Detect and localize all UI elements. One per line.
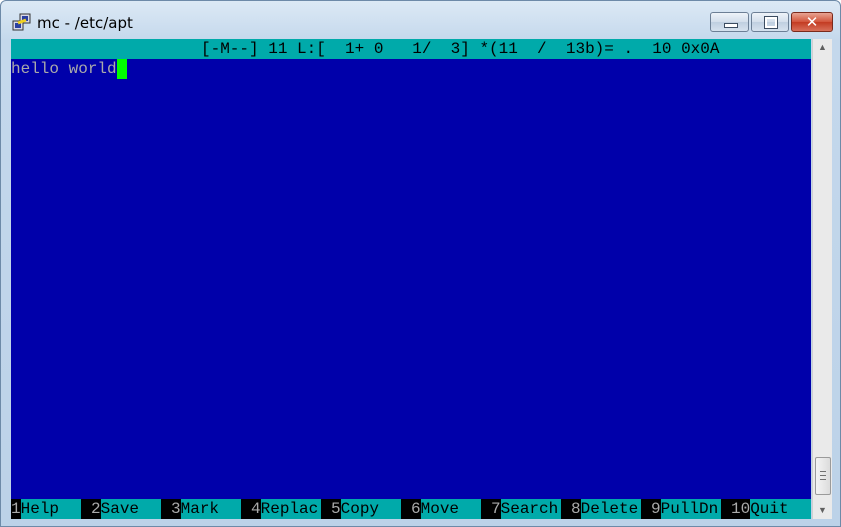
fkey-move[interactable]: 6Move <box>411 499 481 519</box>
vertical-scrollbar[interactable]: ▲ ▼ <box>812 39 832 519</box>
grip-line <box>820 471 826 472</box>
scroll-up-arrow-icon[interactable]: ▲ <box>813 39 832 56</box>
fkey-search[interactable]: 7Search <box>491 499 561 519</box>
fkey-pulldown[interactable]: 9PullDn <box>651 499 721 519</box>
grip-line <box>820 479 826 480</box>
maximize-button[interactable] <box>751 12 789 32</box>
grip-line <box>820 475 826 476</box>
scrollbar-thumb[interactable] <box>815 457 831 495</box>
line-text: hello world <box>11 60 117 78</box>
maximize-icon <box>764 16 778 29</box>
close-icon: ✕ <box>805 13 819 31</box>
fkey-quit[interactable]: 10Quit <box>731 499 811 519</box>
close-button[interactable]: ✕ <box>791 12 833 32</box>
fkey-replace[interactable]: 4Replac <box>251 499 321 519</box>
minimize-button[interactable] <box>710 12 749 32</box>
scroll-down-arrow-icon[interactable]: ▼ <box>813 502 832 519</box>
text-cursor <box>116 59 127 79</box>
fkey-delete[interactable]: 8Delete <box>571 499 641 519</box>
editor-line[interactable]: hello world <box>11 59 811 79</box>
fkey-help[interactable]: 1Help <box>11 499 81 519</box>
editor-status-bar: [-M--] 11 L:[ 1+ 0 1/ 3] *(11 / 13b)= . … <box>11 39 811 59</box>
window-title: mc - /etc/apt <box>37 14 133 32</box>
title-bar[interactable]: mc - /etc/apt ✕ <box>1 1 840 37</box>
putty-terminal-icon <box>12 13 31 31</box>
fkey-mark[interactable]: 3Mark <box>171 499 241 519</box>
terminal-window: mc - /etc/apt ✕ [-M--] 11 L:[ 1+ 0 1/ 3]… <box>0 0 841 527</box>
editor-terminal[interactable]: [-M--] 11 L:[ 1+ 0 1/ 3] *(11 / 13b)= . … <box>11 39 811 519</box>
fkey-copy[interactable]: 5Copy <box>331 499 401 519</box>
fkey-save[interactable]: 2Save <box>91 499 161 519</box>
function-key-bar: 1Help 2Save 3Mark 4Replac 5Copy 6Move 7S… <box>11 499 811 519</box>
status-line: [-M--] 11 L:[ 1+ 0 1/ 3] *(11 / 13b)= . … <box>201 40 720 58</box>
minimize-icon <box>724 23 738 28</box>
